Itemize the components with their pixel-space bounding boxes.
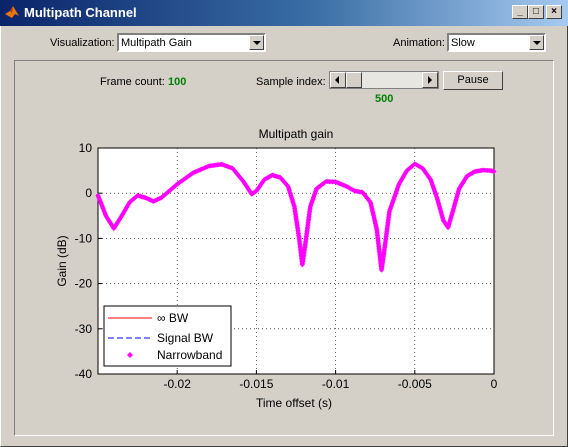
- frame-count-label: Frame count:: [100, 76, 165, 88]
- visualization-value: Multipath Gain: [121, 37, 192, 49]
- visualization-label: Visualization:: [50, 37, 115, 49]
- frame-count-value: 100: [168, 76, 187, 88]
- sample-index-slider[interactable]: [329, 71, 439, 89]
- visualization-panel: [14, 60, 554, 436]
- chevron-down-icon[interactable]: [249, 35, 264, 50]
- chevron-down-icon[interactable]: [529, 35, 544, 50]
- close-button[interactable]: ×: [546, 5, 562, 19]
- matlab-logo-icon: [5, 6, 19, 18]
- pause-button[interactable]: Pause: [443, 71, 503, 90]
- animation-label: Animation:: [393, 37, 445, 49]
- scroll-right-icon[interactable]: [422, 72, 438, 88]
- visualization-dropdown[interactable]: Multipath Gain: [117, 33, 266, 52]
- minimize-button[interactable]: _: [512, 5, 528, 19]
- maximize-button[interactable]: □: [528, 5, 544, 19]
- scroll-left-icon[interactable]: [330, 72, 346, 88]
- animation-dropdown[interactable]: Slow: [447, 33, 546, 52]
- slider-thumb[interactable]: [346, 72, 362, 88]
- window-title: Multipath Channel: [24, 5, 137, 20]
- sample-index-label: Sample index:: [256, 76, 326, 88]
- title-bar: Multipath Channel _ □ ×: [0, 0, 568, 26]
- sample-index-value: 500: [375, 93, 394, 105]
- animation-value: Slow: [451, 37, 475, 49]
